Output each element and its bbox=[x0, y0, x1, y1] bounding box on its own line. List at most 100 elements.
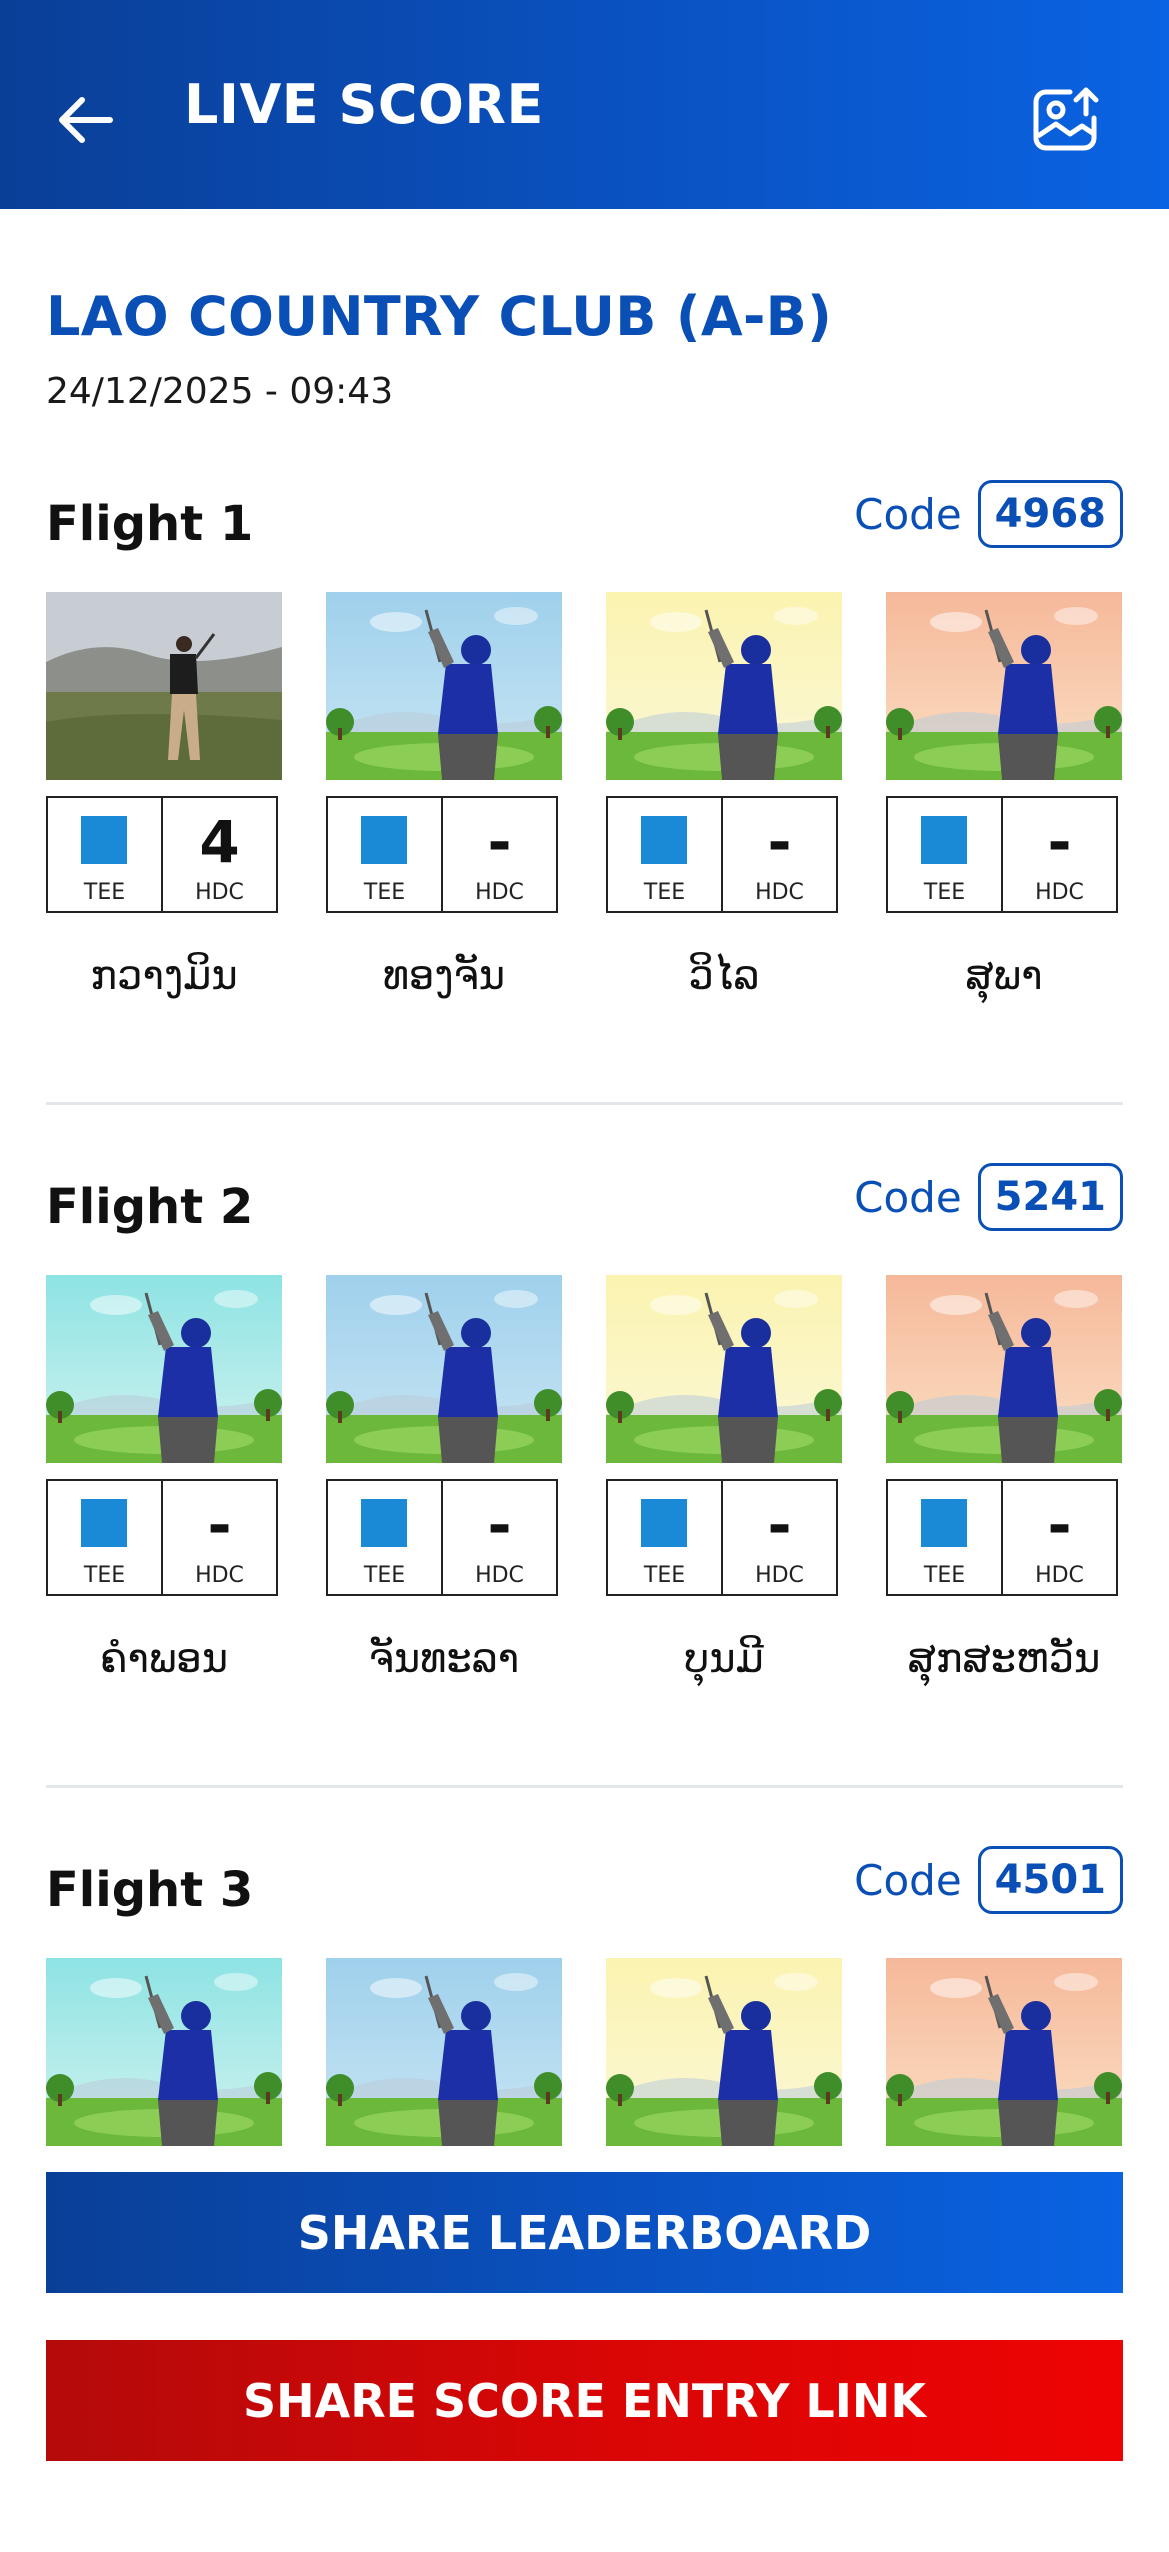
flight-code-value[interactable]: 4968 bbox=[977, 480, 1123, 548]
hdc-label: HDC bbox=[195, 1563, 244, 1588]
player-name: ສຸກສະຫວັນ bbox=[907, 1636, 1101, 1682]
hdc-label: HDC bbox=[475, 1563, 524, 1588]
player-name: ວິໄລ bbox=[688, 953, 760, 999]
player-card[interactable]: TEE - HDC ຈັນທະລາ bbox=[326, 1275, 562, 1682]
player-photo bbox=[326, 1958, 562, 2146]
player-card[interactable]: TEE - HDC ສຸກສະຫວັນ bbox=[886, 1275, 1122, 1682]
golfer-avatar-icon bbox=[606, 1275, 842, 1463]
image-share-icon bbox=[1033, 87, 1099, 151]
player-card[interactable] bbox=[46, 1958, 282, 2146]
player-name: ຈັນທະລາ bbox=[368, 1636, 520, 1682]
player-stats: TEE - HDC bbox=[46, 1479, 278, 1596]
golfer-avatar-icon bbox=[326, 592, 562, 780]
tee-cell: TEE bbox=[48, 798, 161, 911]
hdc-cell: 4 HDC bbox=[161, 798, 276, 911]
player-card[interactable]: TEE - HDC ບຸນມີ bbox=[606, 1275, 842, 1682]
player-photo bbox=[326, 592, 562, 780]
tee-label: TEE bbox=[643, 880, 686, 905]
share-image-button[interactable] bbox=[1026, 80, 1106, 160]
flight-code-value[interactable]: 5241 bbox=[977, 1163, 1123, 1231]
hdc-value: 4 bbox=[199, 808, 240, 876]
code-label: Code bbox=[854, 1172, 962, 1222]
tee-label: TEE bbox=[923, 880, 966, 905]
page-title: LIVE SCORE bbox=[184, 73, 544, 136]
share-leaderboard-button[interactable]: SHARE LEADERBOARD bbox=[46, 2172, 1123, 2293]
player-card[interactable] bbox=[886, 1958, 1122, 2146]
hdc-cell: - HDC bbox=[441, 798, 556, 911]
player-photo bbox=[326, 1275, 562, 1463]
share-score-entry-link-button[interactable]: SHARE SCORE ENTRY LINK bbox=[46, 2340, 1123, 2461]
hdc-value: - bbox=[767, 1491, 792, 1559]
golfer-photo bbox=[46, 592, 282, 780]
golfer-avatar-icon bbox=[606, 592, 842, 780]
hdc-label: HDC bbox=[195, 880, 244, 905]
hdc-cell: - HDC bbox=[1001, 798, 1116, 911]
hdc-value: - bbox=[1047, 1491, 1072, 1559]
player-name: ສຸພາ bbox=[965, 953, 1043, 999]
player-photo bbox=[886, 1958, 1122, 2146]
tee-cell: TEE bbox=[48, 1481, 161, 1594]
flight-divider bbox=[46, 1785, 1123, 1788]
player-name: ກວາງມິນ bbox=[90, 953, 238, 999]
player-stats: TEE 4 HDC bbox=[46, 796, 278, 913]
golfer-avatar-icon bbox=[46, 1275, 282, 1463]
hdc-label: HDC bbox=[1035, 880, 1084, 905]
player-name: ຄຳພອນ bbox=[99, 1636, 229, 1682]
golfer-avatar-icon bbox=[606, 1958, 842, 2146]
hdc-cell: - HDC bbox=[1001, 1481, 1116, 1594]
tee-color-marker bbox=[361, 1499, 407, 1547]
player-stats: TEE - HDC bbox=[606, 1479, 838, 1596]
flight-code: Code 5241 bbox=[854, 1163, 1123, 1231]
golfer-avatar-icon bbox=[886, 592, 1122, 780]
hdc-label: HDC bbox=[475, 880, 524, 905]
player-photo bbox=[886, 1275, 1122, 1463]
player-photo bbox=[46, 592, 282, 780]
flight-code: Code 4968 bbox=[854, 480, 1123, 548]
player-card[interactable]: TEE - HDC ວິໄລ bbox=[606, 592, 842, 999]
tee-color-marker bbox=[81, 816, 127, 864]
tee-color-marker bbox=[921, 1499, 967, 1547]
club-name: LAO COUNTRY CLUB (A-B) bbox=[46, 285, 833, 348]
player-card[interactable]: TEE 4 HDC ກວາງມິນ bbox=[46, 592, 282, 999]
scroll-content[interactable]: LAO COUNTRY CLUB (A-B) 24/12/2025 - 09:4… bbox=[0, 209, 1169, 2169]
tee-label: TEE bbox=[363, 880, 406, 905]
player-name: ທອງຈັນ bbox=[382, 953, 506, 999]
golfer-avatar-icon bbox=[326, 1958, 562, 2146]
player-card[interactable]: TEE - HDC ຄຳພອນ bbox=[46, 1275, 282, 1682]
hdc-label: HDC bbox=[755, 880, 804, 905]
player-card[interactable]: TEE - HDC ສຸພາ bbox=[886, 592, 1122, 999]
tee-color-marker bbox=[921, 816, 967, 864]
player-photo bbox=[46, 1958, 282, 2146]
player-stats: TEE - HDC bbox=[886, 796, 1118, 913]
tee-cell: TEE bbox=[608, 798, 721, 911]
player-card[interactable] bbox=[606, 1958, 842, 2146]
player-stats: TEE - HDC bbox=[606, 796, 838, 913]
tee-label: TEE bbox=[363, 1563, 406, 1588]
code-label: Code bbox=[854, 489, 962, 539]
tee-cell: TEE bbox=[888, 1481, 1001, 1594]
flight-code: Code 4501 bbox=[854, 1846, 1123, 1914]
back-button[interactable] bbox=[46, 80, 126, 160]
flight-divider bbox=[46, 1102, 1123, 1105]
tee-color-marker bbox=[641, 1499, 687, 1547]
hdc-label: HDC bbox=[1035, 1563, 1084, 1588]
tee-label: TEE bbox=[643, 1563, 686, 1588]
hdc-value: - bbox=[767, 808, 792, 876]
golfer-avatar-icon bbox=[886, 1958, 1122, 2146]
round-datetime: 24/12/2025 - 09:43 bbox=[46, 371, 394, 412]
hdc-cell: - HDC bbox=[721, 1481, 836, 1594]
tee-color-marker bbox=[361, 816, 407, 864]
player-photo bbox=[606, 592, 842, 780]
player-card[interactable]: TEE - HDC ທອງຈັນ bbox=[326, 592, 562, 999]
player-card[interactable] bbox=[326, 1958, 562, 2146]
tee-cell: TEE bbox=[888, 798, 1001, 911]
hdc-value: - bbox=[207, 1491, 232, 1559]
tee-label: TEE bbox=[923, 1563, 966, 1588]
app-header: LIVE SCORE bbox=[0, 0, 1169, 209]
flight-title: Flight 1 bbox=[46, 496, 254, 552]
hdc-value: - bbox=[1047, 808, 1072, 876]
golfer-avatar-icon bbox=[326, 1275, 562, 1463]
flight-code-value[interactable]: 4501 bbox=[977, 1846, 1123, 1914]
golfer-avatar-icon bbox=[886, 1275, 1122, 1463]
flight-title: Flight 2 bbox=[46, 1179, 254, 1235]
